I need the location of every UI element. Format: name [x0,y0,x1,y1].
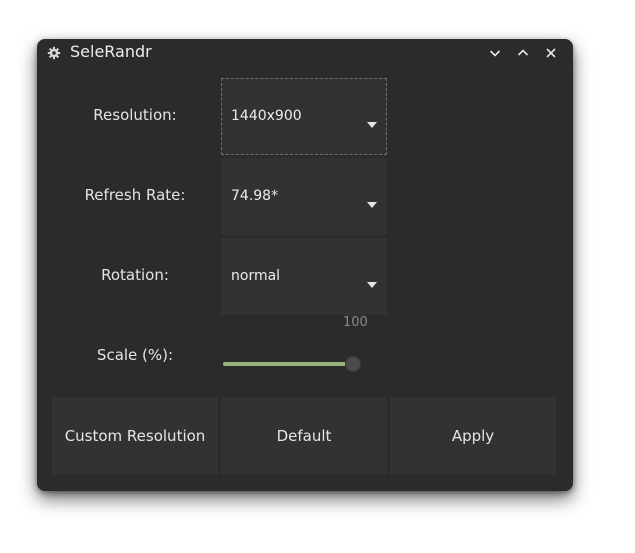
resolution-value: 1440x900 [231,108,302,124]
custom-resolution-label: Custom Resolution [64,426,206,445]
refresh-rate-value: 74.98* [231,188,279,204]
rotation-dropdown[interactable]: normal [221,238,387,315]
apply-button[interactable]: Apply [390,397,556,474]
rotation-value: normal [231,268,281,284]
maximize-icon[interactable] [515,45,531,61]
slider-handle[interactable] [345,356,361,372]
rotation-label: Rotation: [101,266,169,284]
title-bar[interactable]: SeleRandr [37,39,573,67]
chevron-down-icon [367,193,377,208]
window-title: SeleRandr [70,42,152,61]
scale-slider[interactable] [223,355,363,373]
resolution-dropdown[interactable]: 1440x900 [221,78,387,155]
selerandr-window: SeleRandr Resolution: 1440x900 Refresh R… [37,39,573,491]
chevron-down-icon [367,113,377,128]
slider-fill [223,362,353,366]
scale-label: Scale (%): [96,346,174,364]
default-label: Default [276,426,332,445]
gear-icon [47,45,61,60]
default-button[interactable]: Default [221,397,387,474]
custom-resolution-button[interactable]: Custom Resolution [52,397,218,474]
refresh-rate-label: Refresh Rate: [84,186,186,204]
resolution-label: Resolution: [93,106,177,124]
scale-value: 100 [343,315,368,330]
apply-label: Apply [451,426,495,445]
minimize-icon[interactable] [487,45,503,61]
close-icon[interactable] [543,45,559,61]
chevron-down-icon [367,273,377,288]
refresh-rate-dropdown[interactable]: 74.98* [221,158,387,235]
